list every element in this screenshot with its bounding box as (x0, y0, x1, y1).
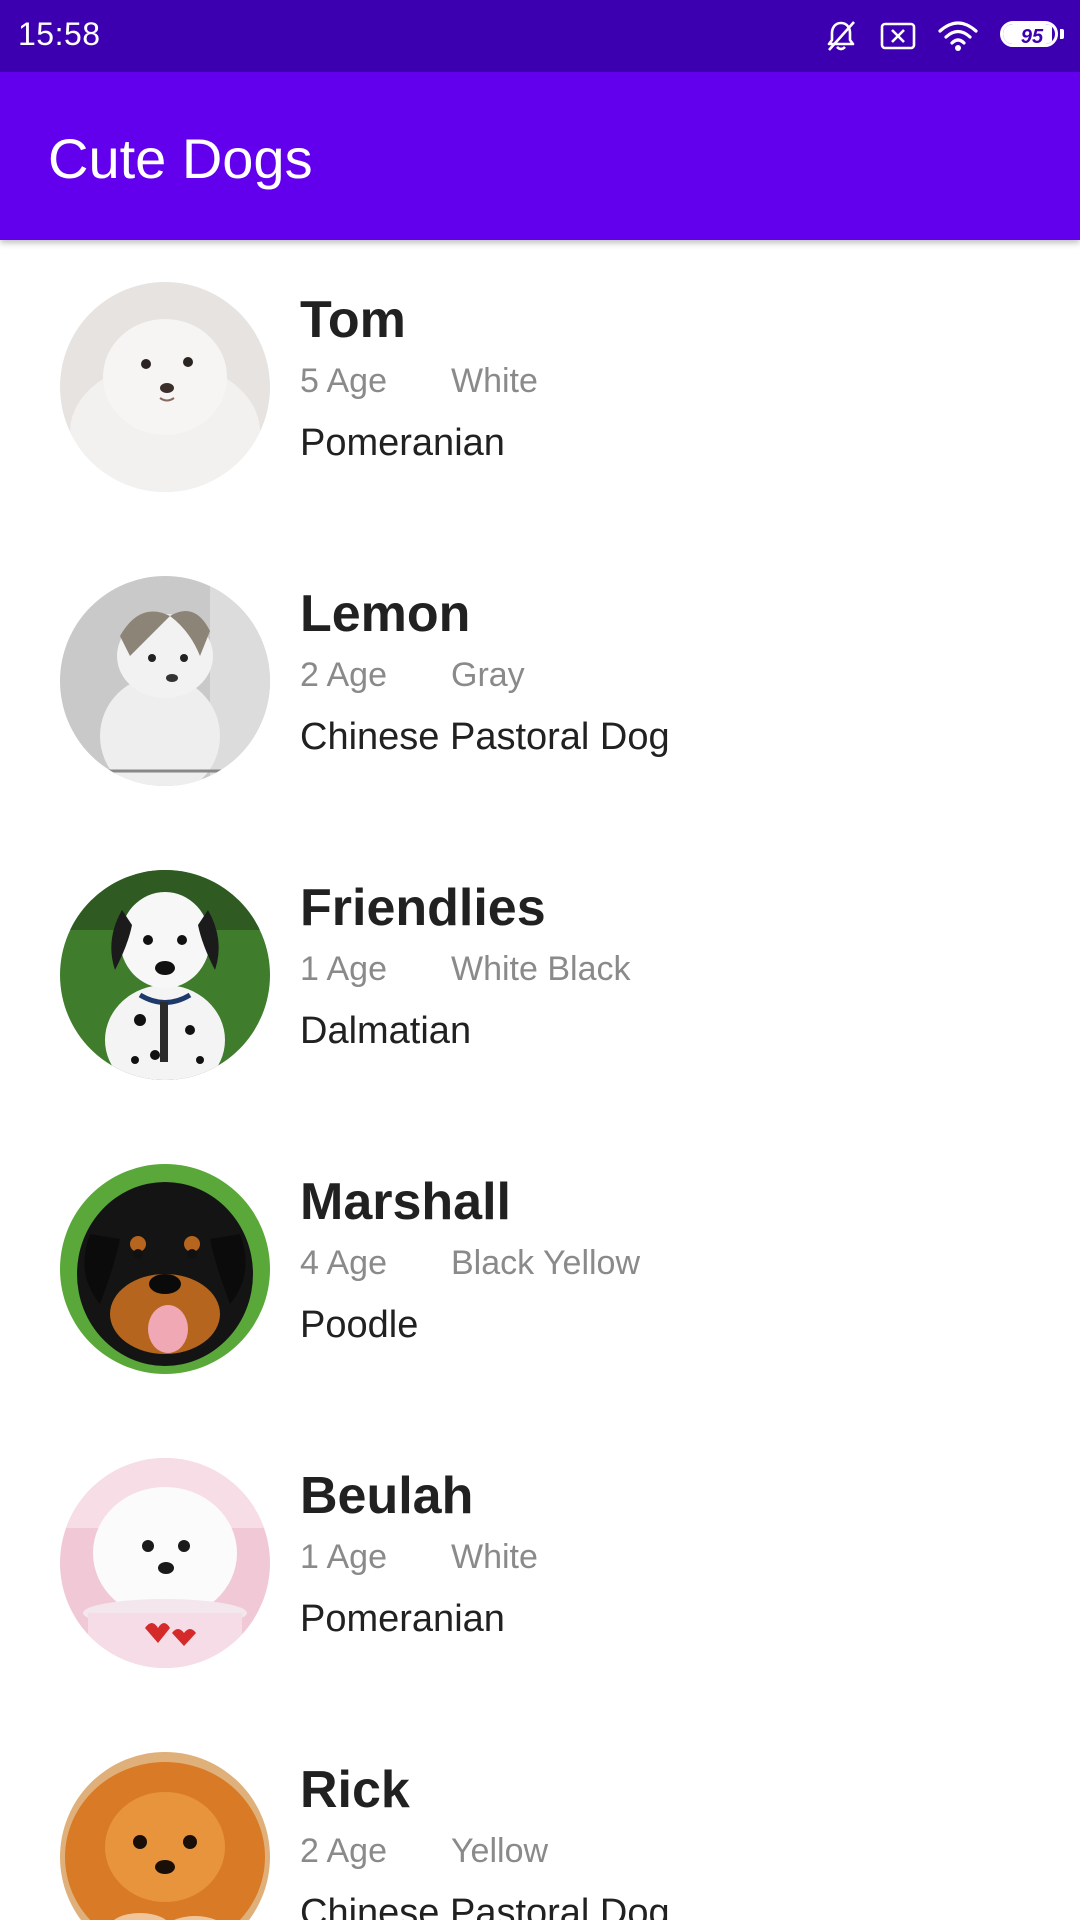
status-bar: 15:58 95 (0, 0, 1080, 72)
dog-photo (60, 870, 270, 1080)
dog-color: White (451, 362, 538, 400)
dog-list[interactable]: Tom 5 Age White Pomeranian Lemon 2 Age G… (0, 240, 1080, 1920)
dog-list-item[interactable]: Beulah 1 Age White Pomeranian (0, 1416, 1080, 1710)
battery-body: 95 (1000, 21, 1058, 47)
dog-name: Friendlies (300, 879, 546, 937)
dog-breed: Pomeranian (300, 1598, 505, 1640)
dog-breed: Chinese Pastoral Dog (300, 1892, 670, 1920)
bell-off-icon (824, 19, 858, 53)
dog-list-item[interactable]: Lemon 2 Age Gray Chinese Pastoral Dog (0, 534, 1080, 828)
dog-color: White Black (451, 950, 631, 988)
dog-breed: Dalmatian (300, 1010, 472, 1052)
dog-name: Lemon (300, 585, 471, 643)
dog-color: Black Yellow (451, 1244, 641, 1282)
dog-name: Marshall (300, 1173, 511, 1231)
dog-list-item[interactable]: Rick 2 Age Yellow Chinese Pastoral Dog (0, 1710, 1080, 1920)
dog-list-item[interactable]: Tom 5 Age White Pomeranian (0, 240, 1080, 534)
app-title: Cute Dogs (48, 127, 313, 190)
dog-age: 5 Age (300, 362, 387, 400)
dog-age: 1 Age (300, 1538, 387, 1576)
dog-age: 2 Age (300, 1832, 387, 1870)
dog-age: 4 Age (300, 1244, 387, 1282)
dog-age: 2 Age (300, 656, 387, 694)
dog-photo (60, 576, 270, 786)
dog-breed: Poodle (300, 1304, 419, 1346)
wifi-icon (938, 19, 978, 53)
dog-list-item[interactable]: Friendlies 1 Age White Black Dalmatian (0, 828, 1080, 1122)
dog-photo (60, 1752, 270, 1920)
dog-list-item[interactable]: Marshall 4 Age Black Yellow Poodle (0, 1122, 1080, 1416)
dog-breed: Chinese Pastoral Dog (300, 716, 670, 758)
dog-color: White (451, 1538, 538, 1576)
dog-breed: Pomeranian (300, 422, 505, 464)
dog-name: Tom (300, 291, 406, 349)
status-time: 15:58 (18, 16, 101, 52)
status-icons: 95 (824, 14, 1064, 58)
dog-name: Rick (300, 1761, 410, 1819)
dog-age: 1 Age (300, 950, 387, 988)
dog-color: Gray (451, 656, 525, 694)
dog-photo (60, 1164, 270, 1374)
dog-color: Yellow (451, 1832, 549, 1870)
battery-icon: 95 (1000, 21, 1064, 51)
battery-cap (1060, 29, 1064, 39)
app-bar: Cute Dogs (0, 72, 1080, 240)
dog-photo (60, 1458, 270, 1668)
battery-level: 95 (1020, 26, 1044, 47)
sim-blocked-icon (880, 21, 916, 51)
dog-name: Beulah (300, 1467, 474, 1525)
dog-photo (60, 282, 270, 492)
